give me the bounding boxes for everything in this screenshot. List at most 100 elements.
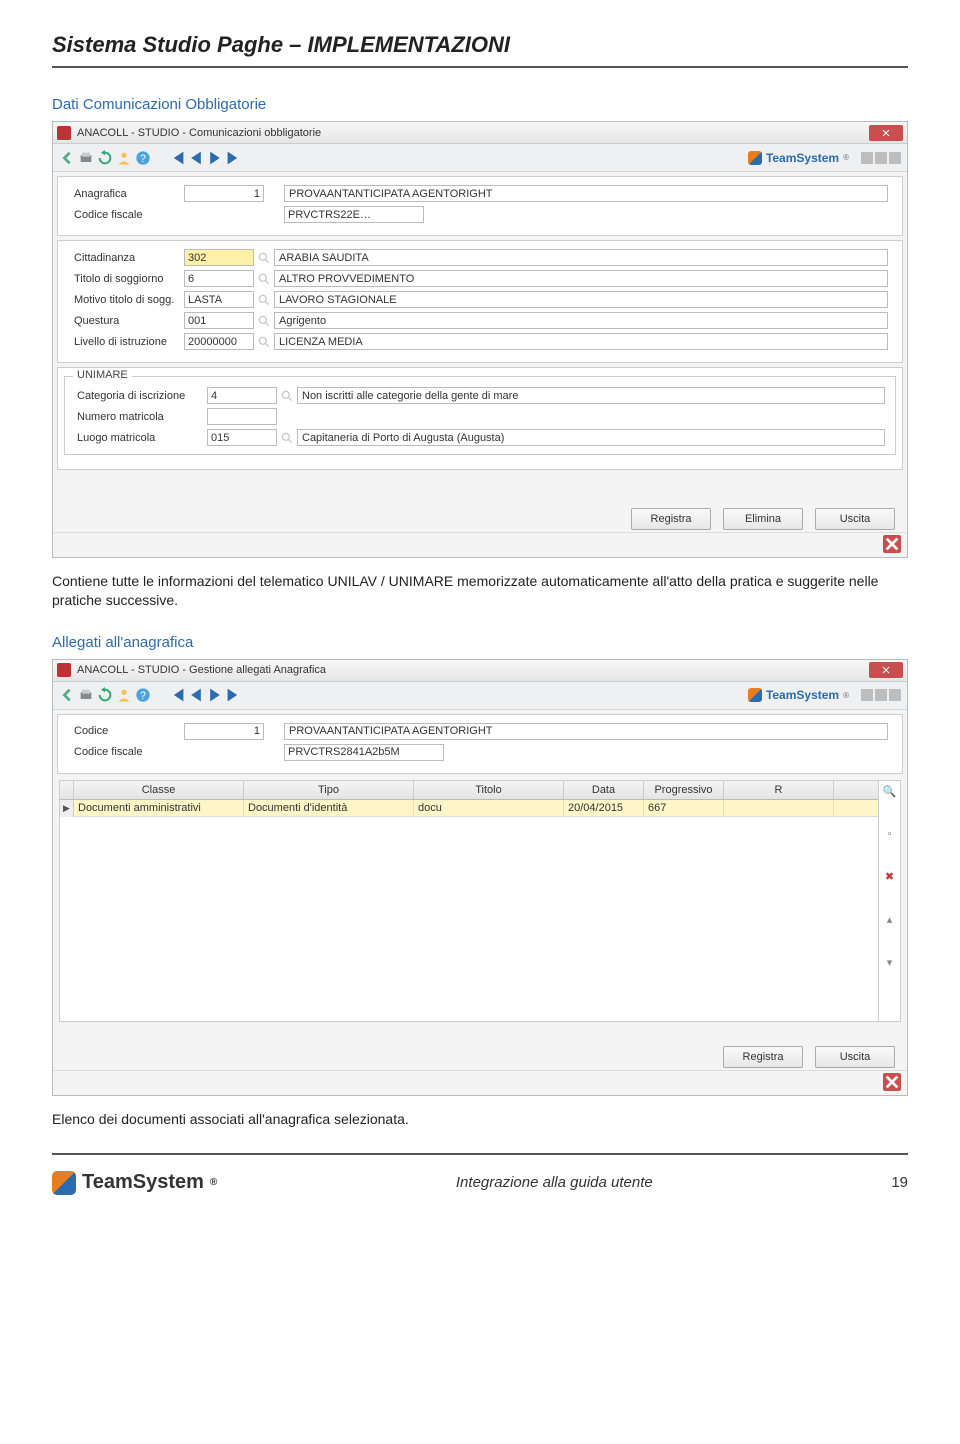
tb-help-icon[interactable]: ? [135, 150, 151, 166]
nav-last-icon2[interactable] [226, 687, 242, 703]
header-form1: Anagrafica 1 PROVAANTANTICIPATA AGENTORI… [57, 176, 903, 236]
nav-prev-icon2[interactable] [188, 687, 204, 703]
app-icon2 [57, 663, 71, 677]
col-header-data[interactable]: Data [564, 781, 644, 799]
unimare-desc: Capitaneria di Porto di Augusta (Augusta… [297, 429, 885, 446]
tb-refresh-icon2[interactable] [97, 687, 113, 703]
toolbar-shapes [861, 152, 901, 164]
header-divider [52, 66, 908, 68]
unimare-label: Categoria di iscrizione [67, 390, 207, 402]
window-title1: ANACOLL - STUDIO - Comunicazioni obbliga… [77, 127, 321, 139]
cell-titolo[interactable]: docu [414, 800, 564, 816]
col-header-progressivo[interactable]: Progressivo [644, 781, 724, 799]
field-row-3: Questura001 Agrigento [64, 310, 896, 331]
side-delete-icon[interactable]: ✖ [885, 870, 894, 883]
desc-anagrafica: PROVAANTANTICIPATA AGENTORIGHT [284, 185, 888, 202]
registra-button[interactable]: Registra [631, 508, 711, 530]
field-desc: Agrigento [274, 312, 888, 329]
field-code-input[interactable]: 6 [184, 270, 254, 287]
titlebar1: ANACOLL - STUDIO - Comunicazioni obbliga… [53, 122, 907, 144]
unimare-code-input[interactable]: 4 [207, 387, 277, 404]
col-header-r[interactable]: R [724, 781, 834, 799]
nav-first-icon[interactable] [169, 150, 185, 166]
uscita-button[interactable]: Uscita [815, 508, 895, 530]
lookup-icon[interactable] [257, 334, 271, 350]
nav-next-icon2[interactable] [207, 687, 223, 703]
grid-side-icons: 🔍 ▫ ✖ ▴ ▾ [878, 781, 900, 1021]
field-desc: ALTRO PROVVEDIMENTO [274, 270, 888, 287]
close-button2[interactable] [869, 662, 903, 678]
toolbar2: ? TeamSystem® [53, 682, 907, 710]
window-title2: ANACOLL - STUDIO - Gestione allegati Ana… [77, 664, 326, 676]
col-header-tipo[interactable]: Tipo [244, 781, 414, 799]
cell-tipo[interactable]: Documenti d'identità [244, 800, 414, 816]
label-codfisc: Codice fiscale [64, 209, 184, 221]
tb-back-icon2[interactable] [59, 687, 75, 703]
tb-user-icon[interactable] [116, 150, 132, 166]
lookup-icon[interactable] [257, 292, 271, 308]
input-codice[interactable]: 1 [184, 723, 264, 740]
close-button[interactable] [869, 125, 903, 141]
unimare-row-2: Luogo matricola015Capitaneria di Porto d… [67, 427, 893, 448]
nav-last-icon[interactable] [226, 150, 242, 166]
attachments-grid: ClasseTipoTitoloDataProgressivoR ▶ Docum… [59, 780, 901, 1022]
nav-buttons [169, 150, 242, 166]
stop-button2[interactable] [883, 1073, 901, 1091]
field-code-input[interactable]: 20000000 [184, 333, 254, 350]
cell-data[interactable]: 20/04/2015 [564, 800, 644, 816]
page-number: 19 [891, 1174, 908, 1191]
cell-progressivo[interactable]: 667 [644, 800, 724, 816]
col-header-classe[interactable]: Classe [74, 781, 244, 799]
field-code-input[interactable]: 302 [184, 249, 254, 266]
svg-text:?: ? [140, 153, 146, 165]
tb-user-icon2[interactable] [116, 687, 132, 703]
lookup-icon[interactable] [280, 388, 294, 404]
elimina-button[interactable]: Elimina [723, 508, 803, 530]
tb-print-icon[interactable] [78, 150, 94, 166]
label-anagrafica: Anagrafica [64, 188, 184, 200]
unimare-label: Numero matricola [67, 411, 207, 423]
field-row-1: Titolo di soggiorno6ALTRO PROVVEDIMENTO [64, 268, 896, 289]
col-header-titolo[interactable]: Titolo [414, 781, 564, 799]
tb-print-icon2[interactable] [78, 687, 94, 703]
field-code-input[interactable]: LASTA [184, 291, 254, 308]
field-code-input[interactable]: 001 [184, 312, 254, 329]
nav-next-icon[interactable] [207, 150, 223, 166]
button-row1: Registra Elimina Uscita [53, 504, 907, 532]
uscita-button2[interactable]: Uscita [815, 1046, 895, 1068]
side-down-icon[interactable]: ▾ [887, 956, 893, 969]
field-label: Questura [64, 315, 184, 327]
side-new-icon[interactable]: ▫ [888, 828, 892, 840]
unimare-desc: Non iscritti alle categorie della gente … [297, 387, 885, 404]
desc-codice: PROVAANTANTICIPATA AGENTORIGHT [284, 723, 888, 740]
tb-refresh-icon[interactable] [97, 150, 113, 166]
window-allegati: ANACOLL - STUDIO - Gestione allegati Ana… [52, 659, 908, 1096]
lookup-icon[interactable] [257, 271, 271, 287]
footer-center-text: Integrazione alla guida utente [217, 1174, 891, 1191]
lookup-icon[interactable] [280, 430, 294, 446]
stop-button[interactable] [883, 535, 901, 553]
tb-back-icon[interactable] [59, 150, 75, 166]
unimare-code-input[interactable] [207, 408, 277, 425]
doc-title: Sistema Studio Paghe – IMPLEMENTAZIONI [52, 32, 908, 58]
ts-mark-icon [748, 151, 762, 165]
lookup-icon[interactable] [257, 313, 271, 329]
nav-prev-icon[interactable] [188, 150, 204, 166]
svg-text:?: ? [140, 690, 146, 702]
registra-button2[interactable]: Registra [723, 1046, 803, 1068]
cell-classe[interactable]: Documenti amministrativi [74, 800, 244, 816]
unimare-code-input[interactable]: 015 [207, 429, 277, 446]
input-anagrafica[interactable]: 1 [184, 185, 264, 202]
nav-first-icon2[interactable] [169, 687, 185, 703]
side-search-icon[interactable]: 🔍 [883, 785, 897, 798]
field-row-0: Cittadinanza302ARABIA SAUDITA [64, 247, 896, 268]
cell-r[interactable] [724, 800, 834, 816]
lookup-icon[interactable] [257, 250, 271, 266]
page-footer: TeamSystem® Integrazione alla guida uten… [52, 1153, 908, 1201]
tb-help-icon2[interactable]: ? [135, 687, 151, 703]
footer-logo: TeamSystem® [52, 1171, 217, 1195]
field-row-2: Motivo titolo di sogg.LASTALAVORO STAGIO… [64, 289, 896, 310]
side-up-icon[interactable]: ▴ [887, 913, 893, 926]
field-desc: LICENZA MEDIA [274, 333, 888, 350]
toolbar1: ? TeamSystem® [53, 144, 907, 172]
